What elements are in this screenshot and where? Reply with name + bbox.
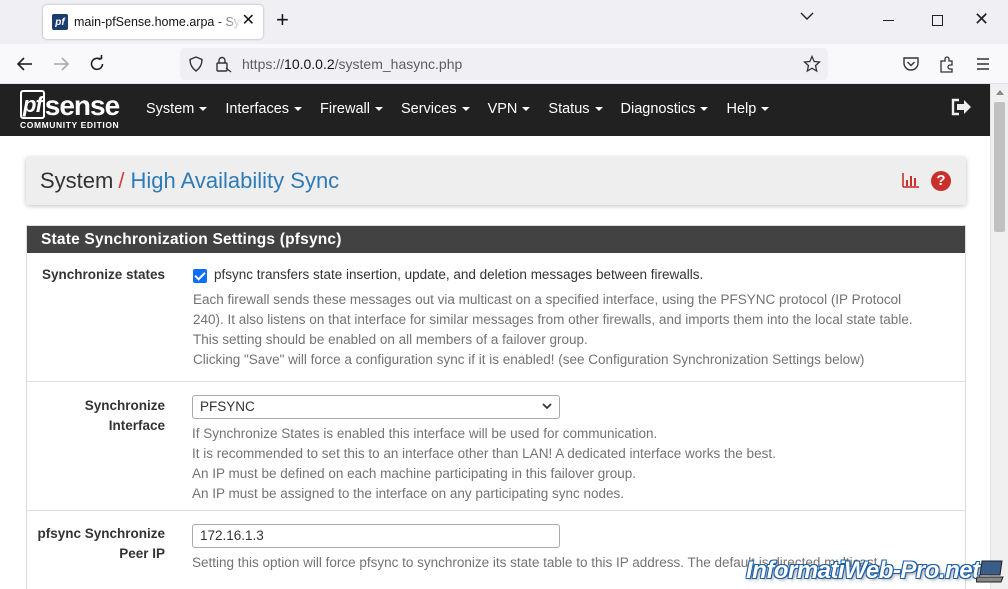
scrollbar-thumb[interactable] (994, 102, 1005, 232)
tab-list-chevron-icon[interactable] (800, 11, 814, 21)
forward-button[interactable] (50, 53, 72, 75)
logo-wordmark: pf sense (20, 90, 120, 122)
menu-diagnostics[interactable]: Diagnostics (612, 84, 718, 136)
sync-states-checkbox-text[interactable]: pfsync transfers state insertion, update… (214, 265, 703, 285)
help-line: An IP must be defined on each machine pa… (192, 466, 637, 481)
main-menu: System Interfaces Firewall Services VPN … (137, 84, 778, 136)
browser-navigation-bar: https://10.0.0.2/system_hasync.php (0, 44, 1008, 84)
page-scrollbar[interactable] (990, 84, 1008, 589)
help-line: An IP must be assigned to the interface … (192, 486, 625, 501)
sync-states-help: Each firewall sends these messages out v… (193, 290, 963, 370)
caret-down-icon (294, 107, 303, 112)
breadcrumb-current-page[interactable]: High Availability Sync (130, 168, 339, 193)
pocket-icon[interactable] (902, 56, 920, 72)
menu-vpn[interactable]: VPN (479, 84, 540, 136)
peer-ip-label: pfsync Synchronize Peer IP (37, 526, 165, 561)
help-line: It is recommended to set this to an inte… (192, 446, 776, 461)
caret-down-icon (761, 107, 770, 112)
chevron-down-icon (542, 403, 552, 410)
new-tab-button[interactable]: + (276, 9, 289, 31)
forward-arrow-icon (54, 57, 70, 71)
watermark: InformatiWeb-Pro.net (746, 557, 980, 584)
logout-icon[interactable] (951, 98, 973, 116)
browser-tab-bar: pf main-pfSense.home.arpa - System: High… (0, 0, 1008, 44)
menu-help[interactable]: Help (717, 84, 778, 136)
address-bar[interactable]: https://10.0.0.2/system_hasync.php (180, 48, 828, 80)
sync-states-checkbox[interactable] (193, 269, 207, 283)
caret-down-icon (374, 107, 383, 112)
url-protocol: https:// (242, 56, 285, 72)
sync-interface-value: PFSYNC (200, 399, 255, 414)
help-line: If Synchronize States is enabled this in… (192, 426, 658, 441)
sync-interface-row: Synchronize Interface PFSYNC If Synchron… (27, 382, 965, 511)
caret-down-icon (522, 107, 531, 112)
pfsense-favicon-icon: pf (52, 14, 68, 30)
menu-system[interactable]: System (137, 84, 216, 136)
url-path: /system_hasync.php (334, 56, 463, 72)
menu-interfaces[interactable]: Interfaces (216, 84, 311, 136)
caret-down-icon (199, 107, 208, 112)
laptop-icon (976, 560, 1004, 583)
sync-interface-label: Synchronize Interface (84, 398, 165, 433)
lock-icon[interactable] (214, 55, 232, 73)
reload-button[interactable] (86, 53, 108, 75)
breadcrumb: System / High Availability Sync (40, 168, 339, 194)
panel-title: State Synchronization Settings (pfsync) (27, 226, 965, 253)
bookmark-star-icon[interactable] (803, 55, 821, 73)
peer-ip-input[interactable]: 172.16.1.3 (192, 524, 560, 548)
extensions-puzzle-icon[interactable] (938, 55, 956, 73)
window-minimize-button[interactable] (883, 20, 894, 21)
help-question-icon[interactable]: ? (931, 171, 951, 191)
scroll-up-arrow-icon[interactable] (996, 90, 1004, 95)
sync-states-label: Synchronize states (41, 267, 165, 282)
breadcrumb-separator: / (118, 168, 125, 193)
shield-icon[interactable] (188, 56, 204, 72)
help-line: Each firewall sends these messages out v… (193, 292, 902, 307)
help-line: 240). It also listens on that interface … (193, 312, 913, 327)
state-sync-panel: State Synchronization Settings (pfsync) … (26, 225, 966, 589)
url-host: 10.0.0.2 (284, 56, 335, 72)
pfsense-top-navbar: pf sense COMMUNITY EDITION System Interfa… (0, 84, 990, 136)
bar-chart-icon[interactable] (902, 172, 920, 188)
menu-services[interactable]: Services (392, 84, 479, 136)
caret-down-icon (700, 107, 709, 112)
menu-status[interactable]: Status (539, 84, 611, 136)
url-text[interactable]: https://10.0.0.2/system_hasync.php (242, 56, 462, 72)
back-button[interactable] (14, 53, 36, 75)
caret-down-icon (461, 107, 470, 112)
breadcrumb-system[interactable]: System (40, 168, 113, 193)
menu-firewall[interactable]: Firewall (311, 84, 392, 136)
hamburger-menu-icon[interactable] (975, 57, 991, 71)
window-close-button[interactable]: ✕ (974, 9, 989, 29)
page-content: pf sense COMMUNITY EDITION System Interfa… (0, 84, 990, 589)
back-arrow-icon (16, 57, 32, 71)
pfsense-logo[interactable]: pf sense COMMUNITY EDITION (20, 90, 130, 132)
browser-tab[interactable]: pf main-pfSense.home.arpa - System: High… (43, 5, 263, 39)
logo-edition: COMMUNITY EDITION (20, 120, 120, 130)
tab-close-icon[interactable]: ✕ (242, 13, 255, 29)
sync-states-row: Synchronize states pfsync transfers stat… (27, 253, 965, 382)
reload-icon (90, 55, 104, 71)
help-line: This setting should be enabled on all me… (193, 332, 588, 347)
window-maximize-button[interactable] (932, 15, 943, 26)
tab-title: main-pfSense.home.arpa - System: High Av… (74, 15, 242, 29)
sync-interface-select[interactable]: PFSYNC (192, 395, 560, 419)
sync-interface-help: If Synchronize States is enabled this in… (192, 424, 962, 504)
breadcrumb-bar: System / High Availability Sync ? (26, 157, 966, 205)
caret-down-icon (594, 107, 603, 112)
help-line: Clicking "Save" will force a configurati… (193, 352, 865, 367)
